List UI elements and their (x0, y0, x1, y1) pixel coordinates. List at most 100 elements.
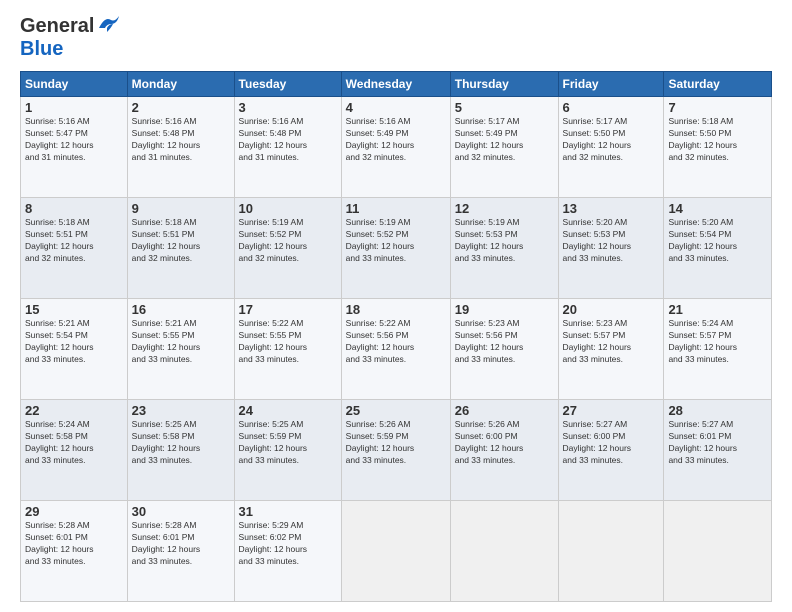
day-info: Sunrise: 5:24 AM Sunset: 5:57 PM Dayligh… (668, 318, 767, 366)
day-number: 24 (239, 403, 337, 418)
day-info: Sunrise: 5:21 AM Sunset: 5:55 PM Dayligh… (132, 318, 230, 366)
calendar-cell: 22Sunrise: 5:24 AM Sunset: 5:58 PM Dayli… (21, 400, 128, 501)
calendar-cell: 15Sunrise: 5:21 AM Sunset: 5:54 PM Dayli… (21, 299, 128, 400)
day-number: 23 (132, 403, 230, 418)
calendar-cell: 21Sunrise: 5:24 AM Sunset: 5:57 PM Dayli… (664, 299, 772, 400)
day-number: 15 (25, 302, 123, 317)
week-row-2: 8Sunrise: 5:18 AM Sunset: 5:51 PM Daylig… (21, 198, 772, 299)
day-number: 12 (455, 201, 554, 216)
day-number: 6 (563, 100, 660, 115)
calendar-cell: 23Sunrise: 5:25 AM Sunset: 5:58 PM Dayli… (127, 400, 234, 501)
day-number: 2 (132, 100, 230, 115)
calendar-cell: 30Sunrise: 5:28 AM Sunset: 6:01 PM Dayli… (127, 501, 234, 602)
col-saturday: Saturday (664, 72, 772, 97)
day-number: 13 (563, 201, 660, 216)
day-number: 27 (563, 403, 660, 418)
day-info: Sunrise: 5:23 AM Sunset: 5:56 PM Dayligh… (455, 318, 554, 366)
header: General Blue (20, 15, 772, 61)
day-number: 11 (346, 201, 446, 216)
day-number: 5 (455, 100, 554, 115)
calendar-cell: 24Sunrise: 5:25 AM Sunset: 5:59 PM Dayli… (234, 400, 341, 501)
day-info: Sunrise: 5:22 AM Sunset: 5:56 PM Dayligh… (346, 318, 446, 366)
day-number: 17 (239, 302, 337, 317)
day-number: 28 (668, 403, 767, 418)
day-info: Sunrise: 5:27 AM Sunset: 6:00 PM Dayligh… (563, 419, 660, 467)
week-row-1: 1Sunrise: 5:16 AM Sunset: 5:47 PM Daylig… (21, 97, 772, 198)
day-number: 9 (132, 201, 230, 216)
day-info: Sunrise: 5:26 AM Sunset: 6:00 PM Dayligh… (455, 419, 554, 467)
day-info: Sunrise: 5:16 AM Sunset: 5:48 PM Dayligh… (132, 116, 230, 164)
day-info: Sunrise: 5:16 AM Sunset: 5:48 PM Dayligh… (239, 116, 337, 164)
day-number: 26 (455, 403, 554, 418)
day-number: 30 (132, 504, 230, 519)
calendar-cell: 17Sunrise: 5:22 AM Sunset: 5:55 PM Dayli… (234, 299, 341, 400)
calendar-cell: 25Sunrise: 5:26 AM Sunset: 5:59 PM Dayli… (341, 400, 450, 501)
day-number: 16 (132, 302, 230, 317)
day-info: Sunrise: 5:24 AM Sunset: 5:58 PM Dayligh… (25, 419, 123, 467)
col-thursday: Thursday (450, 72, 558, 97)
page: General Blue Sunday Monday Tuesday Wedne… (0, 0, 792, 612)
calendar-cell: 3Sunrise: 5:16 AM Sunset: 5:48 PM Daylig… (234, 97, 341, 198)
day-info: Sunrise: 5:19 AM Sunset: 5:52 PM Dayligh… (346, 217, 446, 265)
calendar-cell: 8Sunrise: 5:18 AM Sunset: 5:51 PM Daylig… (21, 198, 128, 299)
week-row-5: 29Sunrise: 5:28 AM Sunset: 6:01 PM Dayli… (21, 501, 772, 602)
week-row-4: 22Sunrise: 5:24 AM Sunset: 5:58 PM Dayli… (21, 400, 772, 501)
day-number: 1 (25, 100, 123, 115)
day-info: Sunrise: 5:21 AM Sunset: 5:54 PM Dayligh… (25, 318, 123, 366)
day-number: 31 (239, 504, 337, 519)
col-monday: Monday (127, 72, 234, 97)
calendar-cell: 16Sunrise: 5:21 AM Sunset: 5:55 PM Dayli… (127, 299, 234, 400)
col-tuesday: Tuesday (234, 72, 341, 97)
day-info: Sunrise: 5:19 AM Sunset: 5:53 PM Dayligh… (455, 217, 554, 265)
col-friday: Friday (558, 72, 664, 97)
day-number: 22 (25, 403, 123, 418)
day-number: 7 (668, 100, 767, 115)
calendar-cell (341, 501, 450, 602)
col-wednesday: Wednesday (341, 72, 450, 97)
col-sunday: Sunday (21, 72, 128, 97)
calendar-cell: 9Sunrise: 5:18 AM Sunset: 5:51 PM Daylig… (127, 198, 234, 299)
day-number: 8 (25, 201, 123, 216)
day-number: 4 (346, 100, 446, 115)
day-info: Sunrise: 5:29 AM Sunset: 6:02 PM Dayligh… (239, 520, 337, 568)
calendar-cell: 18Sunrise: 5:22 AM Sunset: 5:56 PM Dayli… (341, 299, 450, 400)
header-row: Sunday Monday Tuesday Wednesday Thursday… (21, 72, 772, 97)
day-number: 21 (668, 302, 767, 317)
calendar-cell: 26Sunrise: 5:26 AM Sunset: 6:00 PM Dayli… (450, 400, 558, 501)
calendar-cell (450, 501, 558, 602)
day-number: 19 (455, 302, 554, 317)
logo: General Blue (20, 15, 119, 61)
logo-general-text: General (20, 15, 94, 38)
calendar-cell: 12Sunrise: 5:19 AM Sunset: 5:53 PM Dayli… (450, 198, 558, 299)
day-number: 10 (239, 201, 337, 216)
calendar-cell (664, 501, 772, 602)
day-info: Sunrise: 5:25 AM Sunset: 5:59 PM Dayligh… (239, 419, 337, 467)
day-info: Sunrise: 5:16 AM Sunset: 5:49 PM Dayligh… (346, 116, 446, 164)
day-info: Sunrise: 5:17 AM Sunset: 5:50 PM Dayligh… (563, 116, 660, 164)
day-info: Sunrise: 5:16 AM Sunset: 5:47 PM Dayligh… (25, 116, 123, 164)
calendar-cell (558, 501, 664, 602)
day-info: Sunrise: 5:17 AM Sunset: 5:49 PM Dayligh… (455, 116, 554, 164)
calendar-table: Sunday Monday Tuesday Wednesday Thursday… (20, 71, 772, 602)
logo-blue-text: Blue (20, 38, 63, 61)
day-info: Sunrise: 5:18 AM Sunset: 5:51 PM Dayligh… (25, 217, 123, 265)
day-info: Sunrise: 5:28 AM Sunset: 6:01 PM Dayligh… (25, 520, 123, 568)
calendar-cell: 7Sunrise: 5:18 AM Sunset: 5:50 PM Daylig… (664, 97, 772, 198)
day-number: 29 (25, 504, 123, 519)
calendar-cell: 6Sunrise: 5:17 AM Sunset: 5:50 PM Daylig… (558, 97, 664, 198)
calendar-cell: 1Sunrise: 5:16 AM Sunset: 5:47 PM Daylig… (21, 97, 128, 198)
calendar-cell: 19Sunrise: 5:23 AM Sunset: 5:56 PM Dayli… (450, 299, 558, 400)
day-number: 20 (563, 302, 660, 317)
calendar-cell: 14Sunrise: 5:20 AM Sunset: 5:54 PM Dayli… (664, 198, 772, 299)
calendar-cell: 28Sunrise: 5:27 AM Sunset: 6:01 PM Dayli… (664, 400, 772, 501)
day-info: Sunrise: 5:23 AM Sunset: 5:57 PM Dayligh… (563, 318, 660, 366)
calendar-cell: 31Sunrise: 5:29 AM Sunset: 6:02 PM Dayli… (234, 501, 341, 602)
day-info: Sunrise: 5:20 AM Sunset: 5:54 PM Dayligh… (668, 217, 767, 265)
calendar-cell: 10Sunrise: 5:19 AM Sunset: 5:52 PM Dayli… (234, 198, 341, 299)
calendar-cell: 29Sunrise: 5:28 AM Sunset: 6:01 PM Dayli… (21, 501, 128, 602)
calendar-cell: 27Sunrise: 5:27 AM Sunset: 6:00 PM Dayli… (558, 400, 664, 501)
calendar-cell: 2Sunrise: 5:16 AM Sunset: 5:48 PM Daylig… (127, 97, 234, 198)
day-number: 14 (668, 201, 767, 216)
day-info: Sunrise: 5:27 AM Sunset: 6:01 PM Dayligh… (668, 419, 767, 467)
day-number: 18 (346, 302, 446, 317)
